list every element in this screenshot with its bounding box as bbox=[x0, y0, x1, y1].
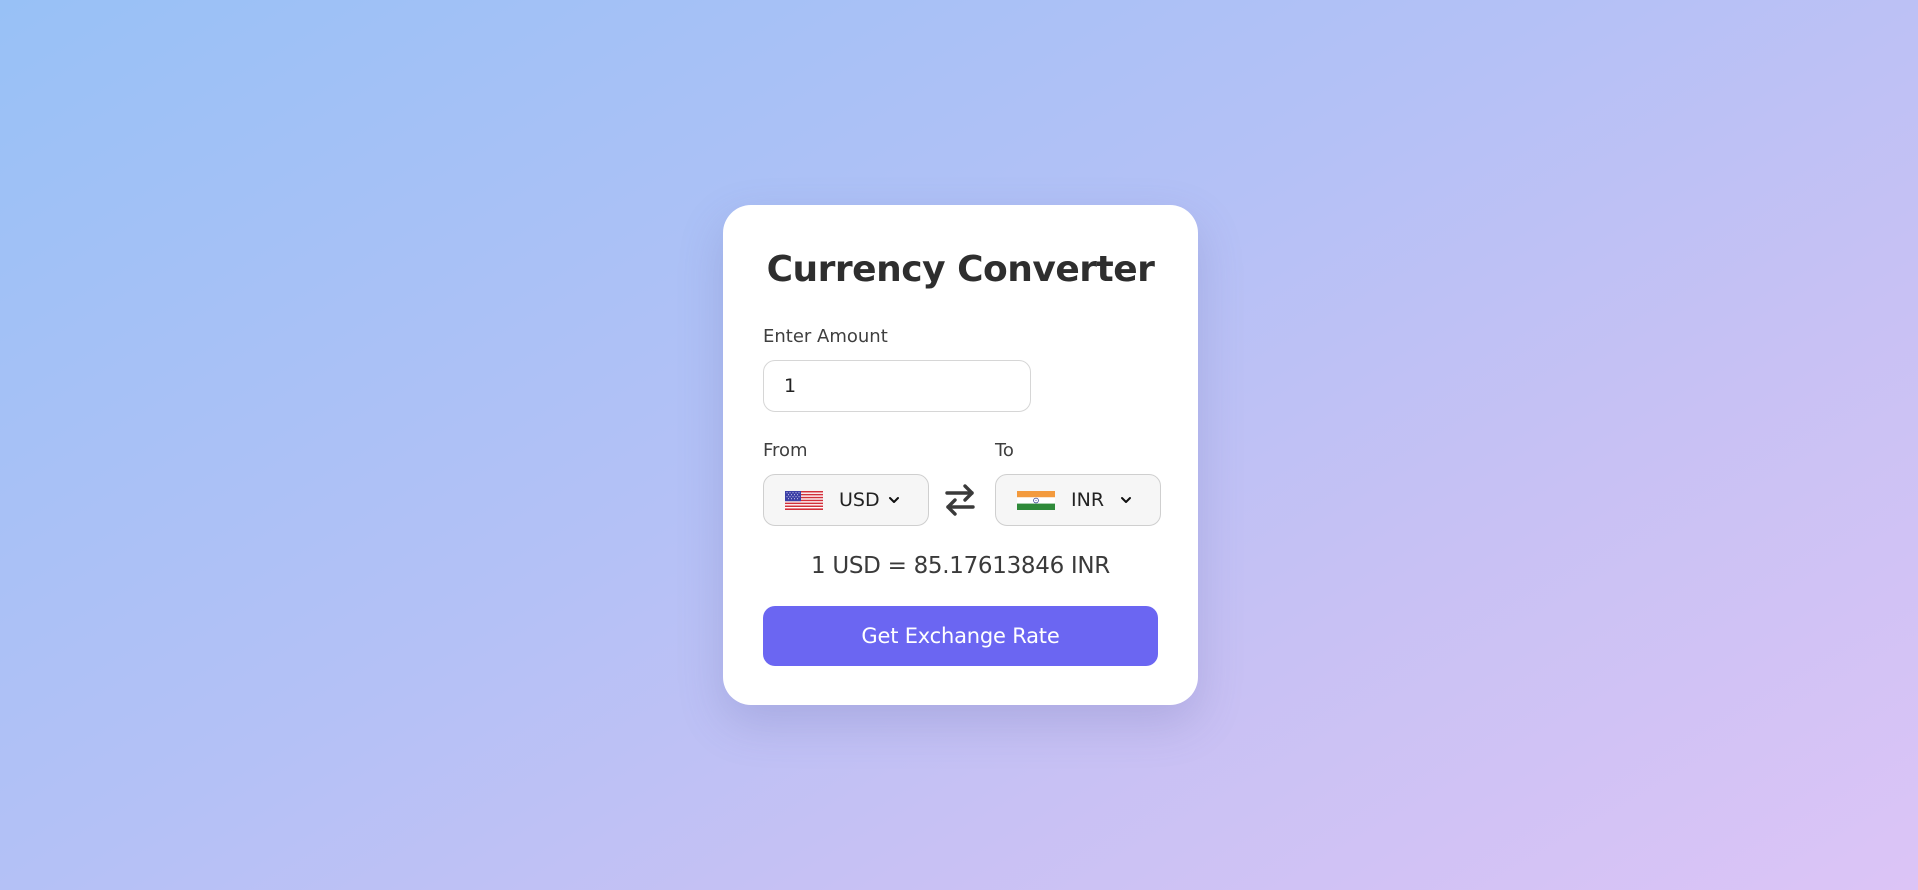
amount-input[interactable] bbox=[763, 360, 1031, 412]
exchange-rate-result: 1 USD = 85.17613846 INR bbox=[810, 553, 1110, 579]
from-currency-code: USD bbox=[839, 489, 880, 511]
chevron-down-icon bbox=[1121, 497, 1131, 503]
chevron-down-icon bbox=[889, 497, 899, 503]
to-currency-code: INR bbox=[1071, 489, 1105, 511]
us-flag-icon bbox=[785, 490, 823, 510]
from-label: From bbox=[763, 440, 808, 461]
to-currency-select[interactable]: INR bbox=[995, 474, 1161, 526]
to-label: To bbox=[995, 440, 1014, 461]
amount-label: Enter Amount bbox=[763, 326, 888, 347]
from-currency-select[interactable]: USD bbox=[763, 474, 929, 526]
india-flag-icon bbox=[1017, 490, 1055, 510]
converter-card: Currency Converter Enter Amount From To … bbox=[723, 205, 1198, 705]
page-title: Currency Converter bbox=[766, 249, 1155, 290]
get-exchange-rate-button[interactable]: Get Exchange Rate bbox=[763, 606, 1158, 666]
swap-arrows-icon[interactable] bbox=[943, 481, 977, 519]
